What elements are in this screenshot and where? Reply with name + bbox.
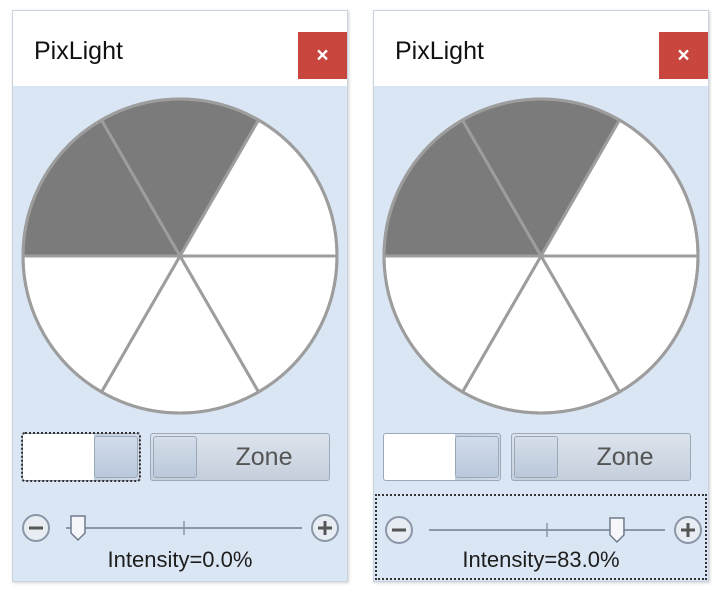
mode-toggle-button[interactable] [383,433,501,481]
intensity-label: Intensity=83.0% [462,547,620,572]
window-title: PixLight [34,37,123,65]
toggle-knob [455,436,499,478]
close-icon: × [316,44,329,67]
zone-button[interactable]: Zone [511,433,691,481]
zone-label: Zone [235,443,293,471]
toggle-knob [153,436,197,478]
close-icon: × [677,44,690,67]
toggle-knob [94,436,138,478]
zone-button[interactable]: Zone [150,433,330,481]
title-bar: PixLight × [374,11,708,86]
close-button[interactable]: × [659,32,708,79]
zone-label: Zone [596,443,654,471]
slider-thumb[interactable] [609,517,625,544]
zone-wheel[interactable] [15,91,345,421]
mode-toggle-button[interactable] [21,432,141,482]
slider-thumb[interactable] [70,515,86,542]
decrease-intensity-button[interactable]: − [22,514,50,542]
toggle-knob [514,436,558,478]
pixlight-window-1: PixLight × Zone − + Intensity=0.0% [12,10,348,582]
pixlight-window-2: PixLight × Zone − + Intensity=83.0% [373,10,709,582]
decrease-intensity-button[interactable]: − [385,516,413,544]
close-button[interactable]: × [298,32,347,79]
increase-intensity-button[interactable]: + [311,514,339,542]
intensity-label: Intensity=0.0% [107,547,253,572]
zone-wheel[interactable] [376,91,706,421]
increase-intensity-button[interactable]: + [674,516,702,544]
title-bar: PixLight × [13,11,347,86]
window-title: PixLight [395,37,484,65]
